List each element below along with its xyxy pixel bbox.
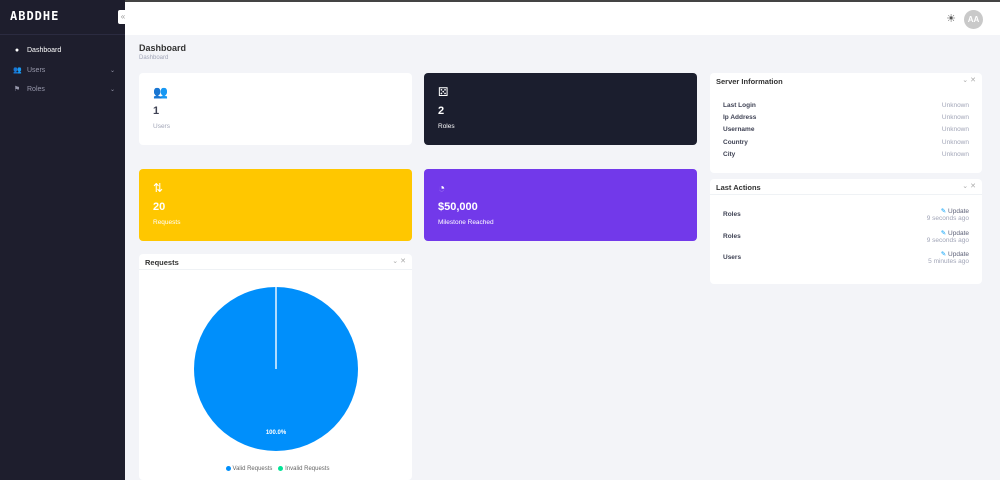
git-pull-icon: ⇅ — [153, 181, 164, 195]
edit-icon: ✎ — [940, 208, 947, 216]
page-title: Dashboard — [139, 43, 187, 53]
sidebar-item-roles[interactable]: ⚑ Roles ⌄ — [0, 80, 125, 98]
sidebar-item-users[interactable]: 👥 Users ⌄ — [0, 61, 125, 79]
panel-title: Requests — [145, 258, 179, 267]
info-icon: ● — [14, 46, 20, 54]
users-card[interactable]: 👥 1 Users — [139, 73, 412, 145]
card-value: 2 — [438, 105, 445, 117]
action-row: Users ✎ Update 5 minutes ago — [723, 251, 969, 266]
legend-marker — [225, 465, 231, 471]
avatar[interactable]: AA — [964, 10, 983, 29]
requests-panel: Requests ⌄ ✕ 100.0% Valid Requests Invali… — [139, 254, 412, 480]
theme-toggle-sun-icon[interactable]: ☀ — [946, 12, 956, 25]
brand-logo: ABDDHE — [10, 9, 60, 23]
last-actions-panel: Last Actions ⌄ ✕ Roles ✎ Update 9 seconds a… — [710, 179, 982, 284]
users-icon: 👥 — [153, 85, 168, 99]
sidebar-item-label: Roles — [27, 85, 45, 93]
collapse-icon[interactable]: ⌄ — [962, 183, 968, 190]
server-info-panel: Server Information ⌄ ✕ Last Login Unknown … — [710, 73, 982, 173]
users-icon: 👥 — [13, 67, 22, 74]
pie-data-label: 100.0% — [266, 430, 287, 436]
card-label: Users — [153, 123, 170, 130]
legend-label[interactable]: Valid Requests — [233, 466, 273, 472]
action-row: Roles ✎ Update 9 seconds ago — [723, 208, 969, 223]
milestone-card[interactable]: ◔ $50,000 Milestone Reached — [424, 169, 697, 241]
chevron-down-icon: ⌄ — [109, 86, 115, 93]
collapse-icon[interactable]: ⌄ — [392, 258, 398, 265]
close-icon[interactable]: ✕ — [970, 77, 976, 84]
roles-card[interactable]: ⚄ 2 Roles — [424, 73, 697, 145]
topbar: ☀ AA — [125, 0, 1000, 35]
requests-card[interactable]: ⇅ 20 Requests — [139, 169, 412, 241]
card-value: 1 — [153, 105, 160, 117]
sidebar: ABDDHE ● Dashboard 👥 Users ⌄ ⚑ Roles ⌄ — [0, 0, 125, 480]
pie-chart: 100.0% — [194, 287, 358, 451]
info-row: Username Unknown — [723, 126, 969, 134]
edit-icon: ✎ — [940, 229, 947, 237]
sidebar-item-dashboard[interactable]: ● Dashboard — [0, 41, 125, 59]
close-icon[interactable]: ✕ — [400, 258, 406, 265]
legend-marker — [278, 465, 284, 471]
card-label: Roles — [438, 123, 455, 130]
info-row: Ip Address Unknown — [723, 113, 969, 121]
roles-icon: ⚑ — [13, 86, 21, 93]
panel-title: Server Information — [716, 77, 783, 86]
action-row: Roles ✎ Update 9 seconds ago — [723, 229, 969, 244]
panel-title: Last Actions — [716, 183, 761, 192]
legend-label[interactable]: Invalid Requests — [285, 466, 329, 472]
info-row: City Unknown — [723, 150, 969, 158]
sidebar-item-label: Dashboard — [27, 46, 62, 54]
card-value: $50,000 — [438, 201, 478, 213]
card-label: Milestone Reached — [438, 219, 494, 226]
collapse-icon[interactable]: ⌄ — [962, 77, 968, 84]
chart-legend: Valid Requests Invalid Requests — [139, 465, 412, 472]
dice-icon: ⚄ — [438, 85, 449, 99]
info-row: Country Unknown — [723, 138, 969, 146]
info-row: Last Login Unknown — [723, 101, 969, 109]
pie-chart-icon: ◔ — [438, 181, 446, 195]
chevron-down-icon: ⌄ — [109, 67, 115, 74]
close-icon[interactable]: ✕ — [970, 183, 976, 190]
card-label: Requests — [153, 219, 181, 226]
divider — [0, 34, 125, 35]
edit-icon: ✎ — [940, 251, 947, 259]
sidebar-item-label: Users — [27, 66, 46, 74]
breadcrumb: Dashboard — [139, 55, 169, 61]
card-value: 20 — [153, 201, 166, 213]
